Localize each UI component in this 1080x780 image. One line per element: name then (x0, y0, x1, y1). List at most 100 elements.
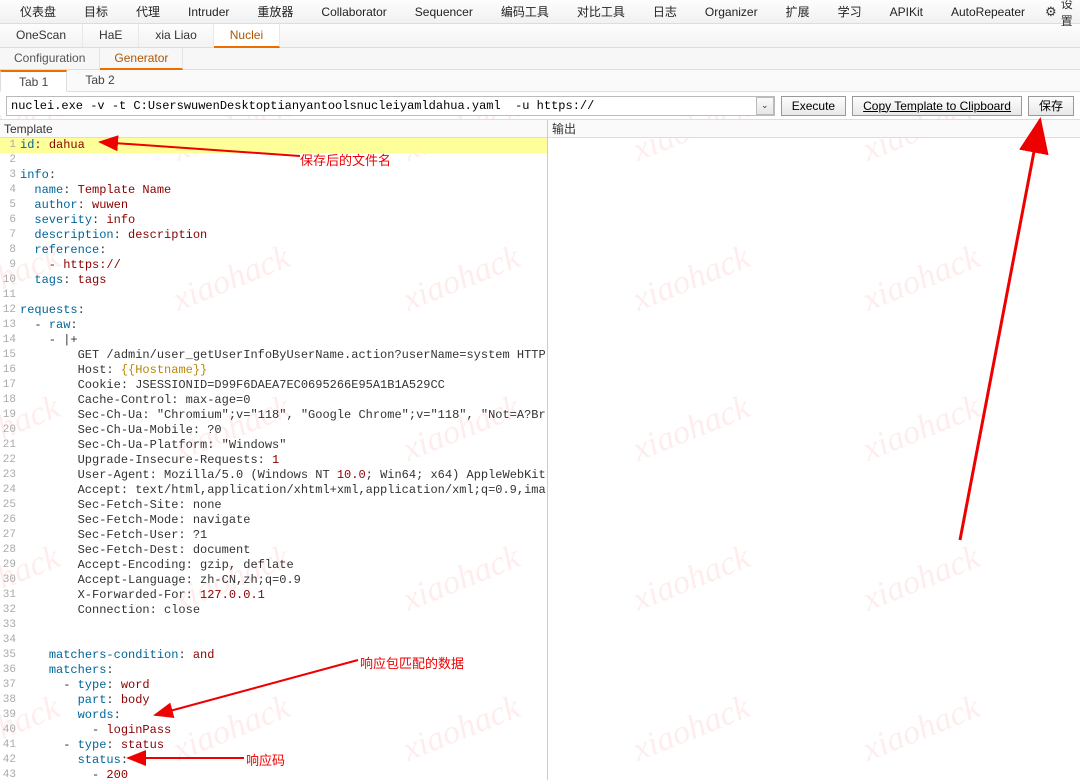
menu-item[interactable]: 目标 (70, 0, 122, 24)
code-line[interactable]: 3info: (0, 168, 547, 183)
code-line[interactable]: 22 Upgrade-Insecure-Requests: 1 (0, 453, 547, 468)
menu-item[interactable]: 编码工具 (487, 0, 563, 24)
line-number: 21 (0, 438, 20, 453)
code-line[interactable]: 4 name: Template Name (0, 183, 547, 198)
line-number: 38 (0, 693, 20, 708)
code-line[interactable]: 12requests: (0, 303, 547, 318)
line-number: 7 (0, 228, 20, 243)
code-line[interactable]: 26 Sec-Fetch-Mode: navigate (0, 513, 547, 528)
line-number: 6 (0, 213, 20, 228)
code-line[interactable]: 6 severity: info (0, 213, 547, 228)
line-number: 13 (0, 318, 20, 333)
code-line[interactable]: 17 Cookie: JSESSIONID=D99F6DAEA7EC069526… (0, 378, 547, 393)
code-line[interactable]: 43 - 200 (0, 768, 547, 780)
code-line[interactable]: 39 words: (0, 708, 547, 723)
menu-item[interactable]: 仪表盘 (6, 0, 70, 24)
code-line[interactable]: 34 (0, 633, 547, 648)
line-number: 9 (0, 258, 20, 273)
code-line[interactable]: 11 (0, 288, 547, 303)
dropdown-icon[interactable]: ⌄ (756, 97, 774, 115)
code-line[interactable]: 33 (0, 618, 547, 633)
line-number: 3 (0, 168, 20, 183)
save-button[interactable]: 保存 (1028, 96, 1074, 116)
gear-icon: ⚙ (1045, 4, 1057, 20)
code-line[interactable]: 14 - |+ (0, 333, 547, 348)
code-editor[interactable]: 1id: dahua23info:4 name: Template Name5 … (0, 138, 547, 780)
settings-button[interactable]: ⚙设置 (1039, 0, 1079, 29)
code-line[interactable]: 38 part: body (0, 693, 547, 708)
menu-item[interactable]: Collaborator (307, 0, 400, 24)
code-line[interactable]: 41 - type: status (0, 738, 547, 753)
execute-button[interactable]: Execute (781, 96, 846, 116)
code-line[interactable]: 5 author: wuwen (0, 198, 547, 213)
code-line[interactable]: 36 matchers: (0, 663, 547, 678)
code-line[interactable]: 27 Sec-Fetch-User: ?1 (0, 528, 547, 543)
code-line[interactable]: 13 - raw: (0, 318, 547, 333)
output-pane-title: 输出 (548, 120, 1080, 138)
line-number: 4 (0, 183, 20, 198)
code-line[interactable]: 40 - loginPass (0, 723, 547, 738)
code-line[interactable]: 1id: dahua (0, 138, 547, 153)
line-number: 24 (0, 483, 20, 498)
menu-item[interactable]: Organizer (691, 0, 772, 24)
code-line[interactable]: 2 (0, 153, 547, 168)
code-line[interactable]: 25 Sec-Fetch-Site: none (0, 498, 547, 513)
code-line[interactable]: 31 X-Forwarded-For: 127.0.0.1 (0, 588, 547, 603)
menu-item[interactable]: 重放器 (243, 0, 307, 24)
extension-tab[interactable]: OneScan (0, 24, 83, 47)
code-line[interactable]: 24 Accept: text/html,application/xhtml+x… (0, 483, 547, 498)
command-input[interactable] (6, 96, 775, 116)
line-number: 35 (0, 648, 20, 663)
extension-tab[interactable]: HaE (83, 24, 139, 47)
menu-item[interactable]: 对比工具 (563, 0, 639, 24)
line-number: 28 (0, 543, 20, 558)
extension-tab[interactable]: Nuclei (214, 24, 280, 48)
menu-item[interactable]: APIKit (876, 0, 937, 24)
code-line[interactable]: 35 matchers-condition: and (0, 648, 547, 663)
code-line[interactable]: 9 - https:// (0, 258, 547, 273)
output-area[interactable] (548, 138, 1080, 780)
code-line[interactable]: 7 description: description (0, 228, 547, 243)
code-line[interactable]: 15 GET /admin/user_getUserInfoByUserName… (0, 348, 547, 363)
config-tab[interactable]: Generator (100, 48, 183, 70)
extension-tab[interactable]: xia Liao (139, 24, 213, 47)
session-tab[interactable]: Tab 2 (67, 70, 132, 91)
menu-item[interactable]: 学习 (824, 0, 876, 24)
code-line[interactable]: 28 Sec-Fetch-Dest: document (0, 543, 547, 558)
session-tab[interactable]: Tab 1 (0, 70, 67, 92)
menu-item[interactable]: 代理 (122, 0, 174, 24)
code-line[interactable]: 8 reference: (0, 243, 547, 258)
menu-item[interactable]: 日志 (639, 0, 691, 24)
menu-item[interactable]: 扩展 (772, 0, 824, 24)
menu-item[interactable]: AutoRepeater (937, 0, 1039, 24)
config-tab[interactable]: Configuration (0, 48, 100, 69)
line-number: 39 (0, 708, 20, 723)
line-number: 41 (0, 738, 20, 753)
code-line[interactable]: 19 Sec-Ch-Ua: "Chromium";v="118", "Googl… (0, 408, 547, 423)
line-number: 26 (0, 513, 20, 528)
line-number: 31 (0, 588, 20, 603)
code-line[interactable]: 37 - type: word (0, 678, 547, 693)
menu-item[interactable]: Intruder (174, 0, 243, 24)
code-line[interactable]: 29 Accept-Encoding: gzip, deflate (0, 558, 547, 573)
line-number: 12 (0, 303, 20, 318)
code-line[interactable]: 30 Accept-Language: zh-CN,zh;q=0.9 (0, 573, 547, 588)
code-line[interactable]: 20 Sec-Ch-Ua-Mobile: ?0 (0, 423, 547, 438)
line-number: 37 (0, 678, 20, 693)
code-line[interactable]: 18 Cache-Control: max-age=0 (0, 393, 547, 408)
menu-item[interactable]: Sequencer (401, 0, 487, 24)
code-line[interactable]: 32 Connection: close (0, 603, 547, 618)
line-number: 30 (0, 573, 20, 588)
code-line[interactable]: 21 Sec-Ch-Ua-Platform: "Windows" (0, 438, 547, 453)
code-line[interactable]: 16 Host: {{Hostname}} (0, 363, 547, 378)
extension-tabs: OneScanHaExia LiaoNuclei (0, 24, 1080, 48)
template-pane: Template 1id: dahua23info:4 name: Templa… (0, 120, 548, 780)
line-number: 19 (0, 408, 20, 423)
template-pane-title: Template (0, 120, 547, 138)
line-number: 36 (0, 663, 20, 678)
line-number: 17 (0, 378, 20, 393)
code-line[interactable]: 10 tags: tags (0, 273, 547, 288)
copy-template-button[interactable]: Copy Template to Clipboard (852, 96, 1022, 116)
code-line[interactable]: 23 User-Agent: Mozilla/5.0 (Windows NT 1… (0, 468, 547, 483)
code-line[interactable]: 42 status: (0, 753, 547, 768)
